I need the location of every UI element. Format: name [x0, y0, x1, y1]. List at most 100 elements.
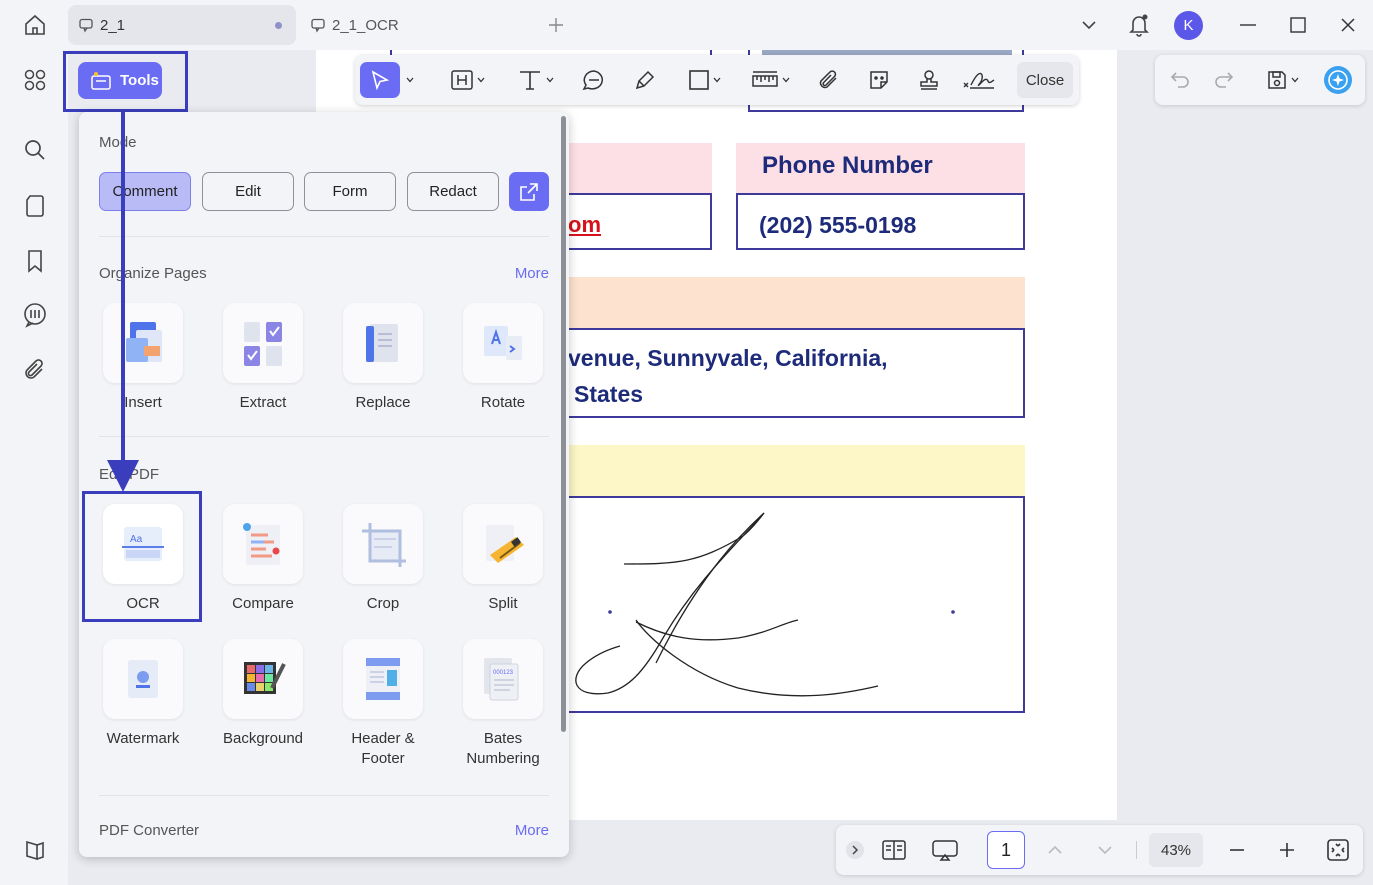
- tool-bates-numbering[interactable]: 000123 Bates Numbering: [443, 639, 563, 769]
- tab-label: 2_1_OCR: [332, 16, 399, 34]
- tool-label: Numbering: [466, 750, 540, 767]
- crop-icon: [343, 504, 423, 584]
- ocr-highlight-frame: [82, 491, 202, 622]
- phone-heading: Phone Number: [762, 152, 933, 179]
- tool-label: Header &: [351, 730, 415, 747]
- comment-icon: [79, 18, 93, 33]
- comment-list-icon[interactable]: [17, 297, 53, 333]
- text-tool-icon[interactable]: [510, 62, 560, 98]
- tools-highlight-frame: [63, 51, 188, 112]
- tools-panel: Mode Comment Edit Form Redact Organize P…: [79, 112, 569, 857]
- mode-form-button[interactable]: Form: [304, 172, 396, 211]
- signature-tool-icon[interactable]: [959, 62, 999, 98]
- tool-label: Insert: [124, 394, 162, 411]
- home-icon[interactable]: [15, 8, 55, 42]
- organize-more-link[interactable]: More: [515, 265, 549, 282]
- tool-watermark[interactable]: Watermark: [83, 639, 203, 749]
- tool-header-footer[interactable]: Header & Footer: [323, 639, 443, 769]
- zoom-in-icon[interactable]: [1274, 833, 1300, 867]
- page-layout-icon[interactable]: [878, 833, 910, 867]
- tool-label: Rotate: [480, 394, 526, 411]
- bookmark-icon[interactable]: [17, 243, 53, 279]
- tool-rotate[interactable]: Rotate: [443, 303, 563, 413]
- separator: [1134, 833, 1138, 867]
- tool-split[interactable]: Split: [443, 504, 563, 614]
- select-tool-icon[interactable]: [360, 62, 400, 98]
- tool-replace[interactable]: Replace: [323, 303, 443, 413]
- tool-label: Crop: [366, 595, 400, 612]
- close-window-icon[interactable]: [1330, 8, 1366, 42]
- mode-comment-button[interactable]: Comment: [99, 172, 191, 211]
- note-tool-icon[interactable]: [577, 62, 611, 98]
- tool-extract[interactable]: Extract: [203, 303, 323, 413]
- stamp-tool-icon[interactable]: [912, 62, 946, 98]
- minimize-icon[interactable]: [1230, 8, 1266, 42]
- mode-edit-button[interactable]: Edit: [202, 172, 294, 211]
- mode-redact-button[interactable]: Redact: [407, 172, 499, 211]
- notification-bell-icon[interactable]: [1121, 8, 1157, 42]
- box-edge: [748, 110, 1024, 112]
- previous-page-icon[interactable]: [1042, 833, 1068, 867]
- document-actions-bar: [1155, 55, 1365, 105]
- attachment-tool-icon[interactable]: [812, 62, 846, 98]
- ai-assistant-icon[interactable]: [1321, 63, 1355, 97]
- shape-tool-icon[interactable]: [680, 62, 728, 98]
- converter-more-link[interactable]: More: [515, 822, 549, 839]
- close-toolbar-button[interactable]: Close: [1017, 62, 1073, 98]
- select-caret-icon[interactable]: [401, 62, 415, 98]
- next-page-icon[interactable]: [1092, 833, 1118, 867]
- expand-chevron-icon[interactable]: [844, 833, 866, 867]
- panel-scrollbar[interactable]: [561, 116, 566, 732]
- measure-tool-icon[interactable]: [745, 62, 795, 98]
- fit-page-icon[interactable]: [1322, 833, 1354, 867]
- avatar[interactable]: K: [1174, 11, 1203, 40]
- tab-2-1-ocr[interactable]: 2_1_OCR: [300, 5, 528, 45]
- tool-background[interactable]: Background: [203, 639, 323, 749]
- tool-crop[interactable]: Crop: [323, 504, 443, 614]
- organize-section-title: Organize Pages: [99, 265, 207, 282]
- watermark-icon: [103, 639, 183, 719]
- tool-insert[interactable]: Insert: [83, 303, 203, 413]
- page-thumbnail-icon[interactable]: [17, 188, 53, 224]
- rotate-icon: [463, 303, 543, 383]
- divider: [99, 236, 549, 237]
- redo-icon[interactable]: [1209, 63, 1239, 97]
- signature-box: [566, 496, 1025, 713]
- search-icon[interactable]: [17, 132, 53, 168]
- tool-label: Background: [222, 730, 304, 747]
- open-external-icon[interactable]: [509, 172, 549, 211]
- divider: [99, 795, 549, 796]
- comment-toolbar: Close: [355, 55, 1079, 105]
- sticker-tool-icon[interactable]: [862, 62, 896, 98]
- tool-label: Extract: [239, 394, 287, 411]
- layers-icon[interactable]: [17, 832, 53, 868]
- maximize-icon[interactable]: [1280, 8, 1316, 42]
- zoom-level-field[interactable]: 43%: [1149, 833, 1203, 867]
- email-value: om: [568, 212, 601, 237]
- page-navigation-bar: 1 43%: [836, 825, 1363, 875]
- converter-section-title: PDF Converter: [99, 822, 200, 839]
- tab-2-1[interactable]: 2_1: [68, 5, 296, 45]
- extract-icon: [223, 303, 303, 383]
- divider: [99, 436, 549, 437]
- address-heading-band: [566, 277, 1025, 329]
- tool-compare[interactable]: Compare: [203, 504, 323, 614]
- replace-icon: [343, 303, 423, 383]
- zoom-out-icon[interactable]: [1224, 833, 1250, 867]
- edit-pdf-section-title: Edit PDF: [99, 466, 160, 483]
- page-number-input[interactable]: 1: [987, 831, 1025, 869]
- tool-label: Replace: [355, 394, 411, 411]
- apps-grid-icon[interactable]: [17, 62, 53, 98]
- tool-label: Bates: [483, 730, 523, 747]
- save-icon[interactable]: [1259, 63, 1305, 97]
- presentation-icon[interactable]: [928, 833, 962, 867]
- unsaved-dot: [275, 22, 282, 29]
- attachment-icon[interactable]: [17, 352, 53, 388]
- address-line-2: States: [574, 381, 644, 407]
- bates-numbering-icon: 000123: [463, 639, 543, 719]
- highlight-tool-icon[interactable]: [445, 62, 489, 98]
- undo-icon[interactable]: [1165, 63, 1195, 97]
- pencil-tool-icon[interactable]: [628, 62, 662, 98]
- new-tab-icon[interactable]: [538, 8, 574, 42]
- chevron-down-icon[interactable]: [1071, 8, 1107, 42]
